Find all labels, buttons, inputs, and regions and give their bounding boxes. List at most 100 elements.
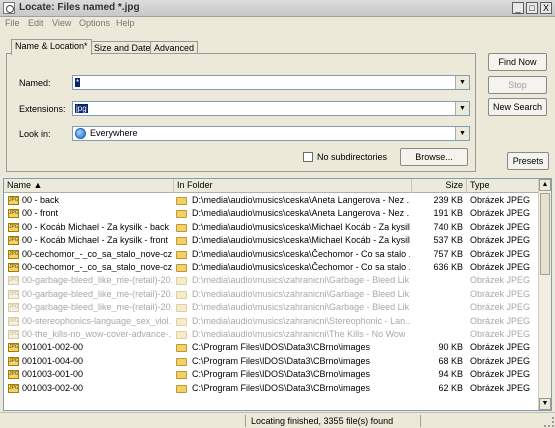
resize-grip-icon[interactable] <box>544 417 554 427</box>
table-row[interactable]: JPG 00 - back D:\media\audio\musics\ceska\… <box>4 194 540 207</box>
named-input[interactable]: * ▼ <box>72 75 470 90</box>
file-name: 00-garbage-bleed_like_me-(retail)-20... <box>22 275 172 286</box>
table-row[interactable]: JPG 001003-001-00 C:\Program Files\IDOS\Da… <box>4 368 540 381</box>
results-list[interactable]: Name ▲ In Folder Size Type JPG 00 - back D… <box>3 178 552 411</box>
table-row[interactable]: JPG 00-cechomor_-_co_sa_stalo_nove-cz... D… <box>4 248 540 261</box>
menu-options[interactable]: Options <box>79 18 110 28</box>
file-type: Obrázek JPEG <box>470 248 531 259</box>
table-row[interactable]: JPG 00-the_kills-no_wow-cover-advance-...… <box>4 328 540 341</box>
table-row[interactable]: JPG 00 - Kocáb Michael - Za kysilk - back… <box>4 221 540 234</box>
column-in-folder[interactable]: In Folder <box>174 179 412 193</box>
file-size: 191 KB <box>433 208 463 219</box>
folder-icon <box>176 384 187 393</box>
menu-edit[interactable]: Edit <box>28 18 44 28</box>
file-name: 00-cechomor_-_co_sa_stalo_nove-cz... <box>22 262 172 272</box>
folder-icon <box>176 277 187 286</box>
table-row[interactable]: JPG 00-cechomor_-_co_sa_stalo_nove-cz... D… <box>4 261 540 274</box>
close-button[interactable]: X <box>540 2 552 14</box>
menu-view[interactable]: View <box>52 18 71 28</box>
lookin-select[interactable]: Everywhere ▼ <box>72 126 470 141</box>
table-row[interactable]: JPG 00-stereophonics-language_sex_viol...… <box>4 315 540 328</box>
find-now-button[interactable]: Find Now <box>488 53 547 71</box>
table-row[interactable]: JPG 001001-002-00 C:\Program Files\IDOS\Da… <box>4 341 540 354</box>
file-name: 00-garbage-bleed_like_me-(retail)-20... <box>22 302 172 313</box>
scroll-down-icon[interactable]: ▼ <box>539 398 551 410</box>
new-search-button[interactable]: New Search <box>488 98 547 116</box>
file-name: 001003-001-00 <box>22 369 84 380</box>
folder-icon <box>176 371 187 380</box>
scroll-thumb[interactable] <box>540 193 550 275</box>
file-name: 00 - Kocáb Michael - Za kysilk - front <box>22 235 169 246</box>
file-size: 757 KB <box>433 248 463 259</box>
folder-icon <box>176 223 187 232</box>
stop-button[interactable]: Stop <box>488 76 547 94</box>
table-row[interactable]: JPG 00 - front D:\media\audio\musics\ceska… <box>4 207 540 220</box>
table-row[interactable]: JPG 00-garbage-bleed_like_me-(retail)-20.… <box>4 301 540 314</box>
search-panel: Named: * ▼ Extensions: jpg ▼ Look in: Ev… <box>6 53 476 172</box>
folder-icon <box>176 290 187 299</box>
file-type: Obrázek JPEG <box>470 382 531 393</box>
file-folder: D:\media\audio\musics\ceska\Michael Kocá… <box>192 221 410 232</box>
tab-name-location[interactable]: Name & Location* <box>11 39 92 55</box>
file-folder: D:\media\audio\musics\zahranicni\Stereop… <box>192 315 410 326</box>
maximize-button[interactable]: □ <box>526 2 538 14</box>
table-row[interactable]: JPG 00 - Kocáb Michael - Za kysilk - fron… <box>4 234 540 247</box>
jpg-file-icon: JPG <box>8 236 19 246</box>
file-size: 740 KB <box>433 221 463 232</box>
presets-button[interactable]: Presets <box>507 152 549 170</box>
extensions-input[interactable]: jpg ▼ <box>72 101 470 116</box>
sort-ascending-icon: ▲ <box>33 180 43 190</box>
column-name[interactable]: Name ▲ <box>4 179 174 193</box>
jpg-file-icon: JPG <box>8 289 19 299</box>
table-row[interactable]: JPG 001001-004-00 C:\Program Files\IDOS\Da… <box>4 355 540 368</box>
no-subdirectories-label: No subdirectories <box>317 152 388 162</box>
chevron-down-icon[interactable]: ▼ <box>455 127 469 140</box>
lookin-value: Everywhere <box>90 128 138 138</box>
column-size[interactable]: Size <box>412 179 467 193</box>
menu-help[interactable]: Help <box>116 18 135 28</box>
vertical-scrollbar[interactable]: ▲ ▼ <box>538 179 551 410</box>
results-header: Name ▲ In Folder Size Type <box>4 179 551 193</box>
file-type: Obrázek JPEG <box>470 342 531 353</box>
file-name: 00-garbage-bleed_like_me-(retail)-20... <box>22 288 172 299</box>
scroll-up-icon[interactable]: ▲ <box>539 179 551 191</box>
file-name: 00 - back <box>22 195 60 205</box>
extensions-label: Extensions: <box>19 104 66 114</box>
status-separator <box>245 415 246 427</box>
file-size: 537 KB <box>433 235 463 246</box>
column-type[interactable]: Type <box>467 179 540 193</box>
file-size: 90 KB <box>438 342 463 353</box>
file-type: Obrázek JPEG <box>470 369 531 380</box>
file-name: 00-the_kills-no_wow-cover-advance-... <box>22 329 172 339</box>
file-name: 001003-002-00 <box>22 382 84 393</box>
jpg-file-icon: JPG <box>8 383 19 393</box>
file-folder: D:\media\audio\musics\zahranicni\Garbage… <box>192 275 410 286</box>
table-row[interactable]: JPG 00-garbage-bleed_like_me-(retail)-20.… <box>4 288 540 301</box>
file-folder: C:\Program Files\IDOS\Data3\CBrno\images <box>192 342 371 353</box>
chevron-down-icon[interactable]: ▼ <box>455 102 469 115</box>
file-type: Obrázek JPEG <box>470 315 531 326</box>
folder-icon <box>176 357 187 366</box>
minimize-button[interactable]: _ <box>512 2 524 14</box>
no-subdirectories-checkbox[interactable] <box>303 152 313 162</box>
chevron-down-icon[interactable]: ▼ <box>455 76 469 89</box>
menu-file[interactable]: File <box>5 18 20 28</box>
file-folder: D:\media\audio\musics\zahranicni\Garbage… <box>192 288 410 299</box>
file-folder: D:\media\audio\musics\ceska\Aneta Langer… <box>192 195 410 205</box>
table-row[interactable]: JPG 00-garbage-bleed_like_me-(retail)-20.… <box>4 274 540 287</box>
jpg-file-icon: JPG <box>8 222 19 232</box>
file-type: Obrázek JPEG <box>470 208 531 219</box>
jpg-file-icon: JPG <box>8 356 19 366</box>
browse-button[interactable]: Browse... <box>400 148 468 166</box>
folder-icon <box>176 237 187 246</box>
file-type: Obrázek JPEG <box>470 355 531 366</box>
folder-icon <box>176 197 187 205</box>
table-row[interactable]: JPG 001003-002-00 C:\Program Files\IDOS\Da… <box>4 382 540 395</box>
folder-icon <box>176 331 187 339</box>
jpg-file-icon: JPG <box>8 249 19 259</box>
file-size: 636 KB <box>433 262 463 272</box>
file-size: 68 KB <box>438 355 463 366</box>
file-name: 00-stereophonics-language_sex_viol... <box>22 315 172 326</box>
file-folder: C:\Program Files\IDOS\Data3\CBrno\images <box>192 355 371 366</box>
file-type: Obrázek JPEG <box>470 302 531 313</box>
